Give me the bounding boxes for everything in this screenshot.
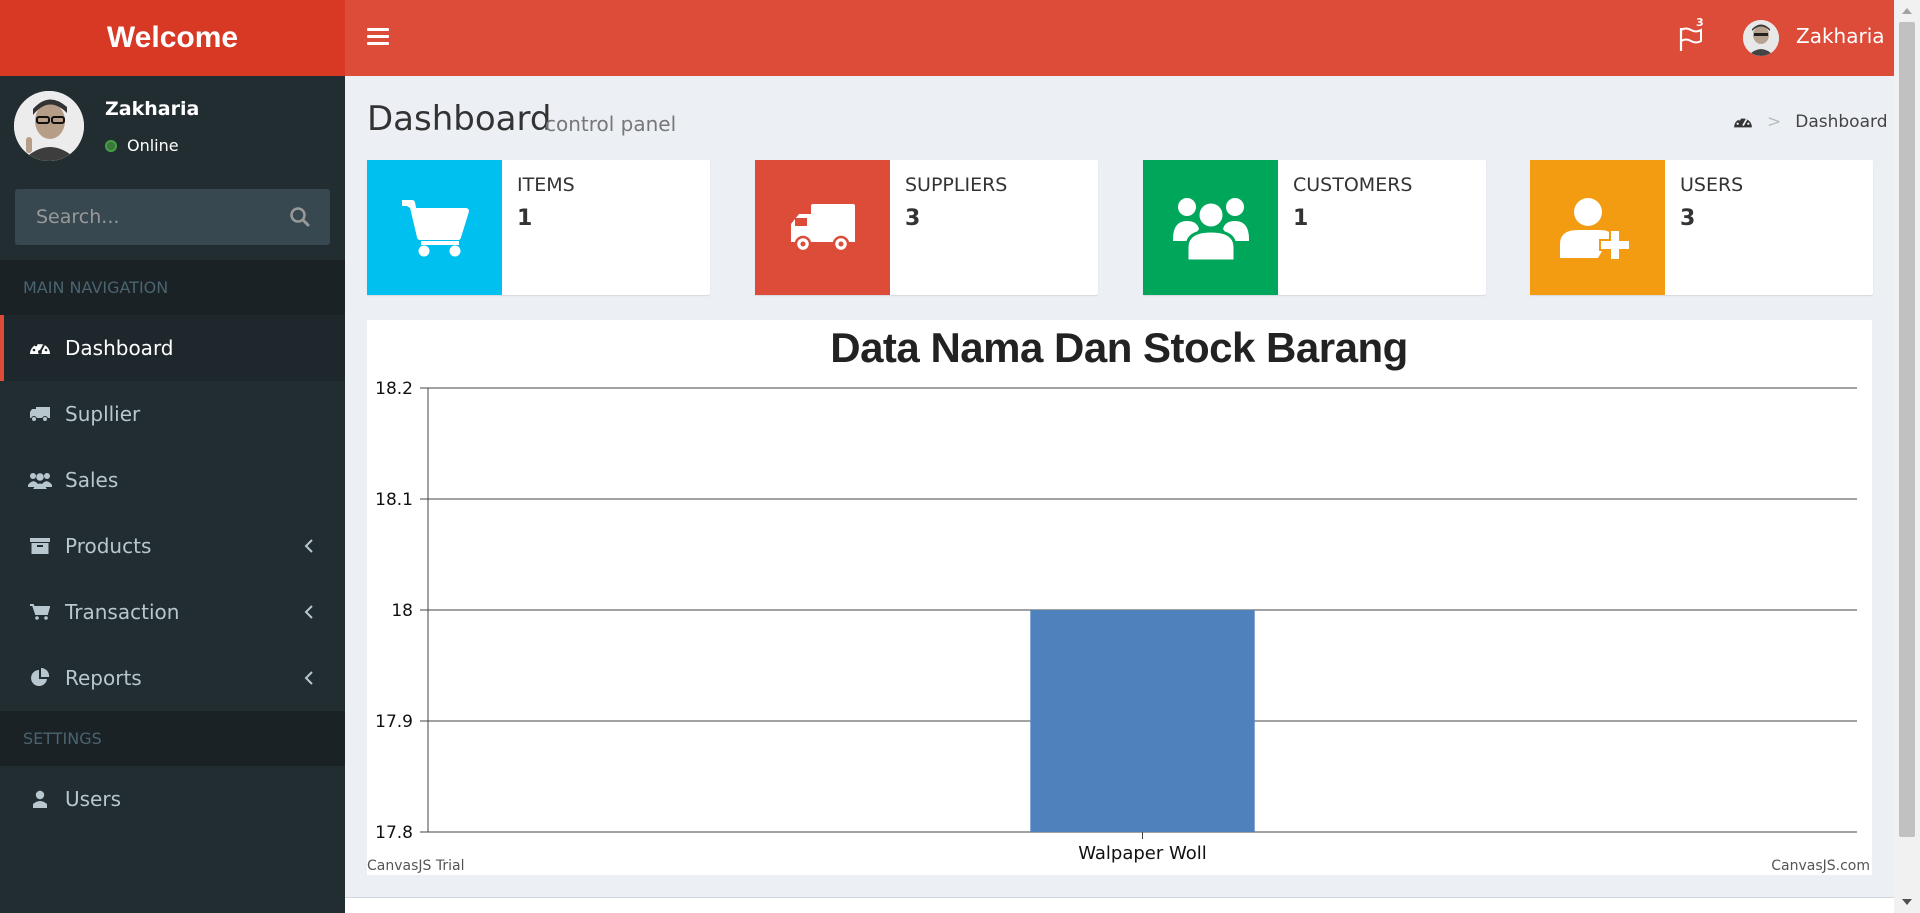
y-tick-label: 18.2 <box>375 379 413 399</box>
dashboard-icon <box>26 336 54 360</box>
hamburger-menu-icon[interactable] <box>367 28 389 48</box>
info-box-label: SUPPLIERS <box>905 174 1008 196</box>
sidebar-item-label: Dashboard <box>65 336 174 360</box>
sidebar-item-transaction[interactable]: Transaction <box>0 579 345 645</box>
chart-bar[interactable] <box>1030 610 1255 832</box>
truck-icon <box>790 203 855 252</box>
main-navigation-header: MAIN NAVIGATION <box>0 260 345 315</box>
sidebar-item-products[interactable]: Products <box>0 513 345 579</box>
sidebar-item-sales[interactable]: Sales <box>0 447 345 513</box>
chart-title: Data Nama Dan Stock Barang <box>830 324 1408 371</box>
online-status-icon <box>105 139 117 152</box>
footer <box>345 897 1894 913</box>
sidebar-item-label: Reports <box>65 666 142 690</box>
y-tick-label: 17.8 <box>375 823 413 843</box>
sidebar-user-name: Zakharia <box>105 98 200 120</box>
info-icon-container <box>1143 160 1278 295</box>
info-icon-container <box>1530 160 1665 295</box>
info-box-suppliers: SUPPLIERS 3 <box>755 160 1098 295</box>
scroll-down-icon[interactable] <box>1902 899 1912 905</box>
users-icon <box>1172 197 1249 262</box>
breadcrumb: > Dashboard <box>1733 112 1887 132</box>
info-box-value: 1 <box>1293 206 1309 231</box>
user-status-label: Online <box>127 136 179 155</box>
info-box-items: ITEMS 1 <box>367 160 710 295</box>
user-icon <box>26 787 54 811</box>
scroll-up-icon[interactable] <box>1902 8 1912 14</box>
avatar <box>14 91 84 161</box>
page-title: Dashboard <box>367 99 552 139</box>
archive-icon <box>26 534 54 558</box>
chevron-left-icon <box>304 539 313 553</box>
sidebar-item-dashboard[interactable]: Dashboard <box>0 315 345 381</box>
info-box-users: USERS 3 <box>1530 160 1873 295</box>
sidebar-item-supplier[interactable]: Supllier <box>0 381 345 447</box>
sidebar-item-label: Products <box>65 534 152 558</box>
sidebar-item-reports[interactable]: Reports <box>0 645 345 711</box>
chevron-left-icon <box>304 671 313 685</box>
info-icon-container <box>755 160 890 295</box>
info-box-label: USERS <box>1680 174 1744 196</box>
info-box-value: 1 <box>517 206 533 231</box>
chart-credit-right[interactable]: CanvasJS.com <box>1771 858 1870 874</box>
truck-icon <box>26 402 54 426</box>
scrollbar-thumb[interactable] <box>1899 22 1915 837</box>
user-panel: Zakharia Online <box>0 76 345 176</box>
chevron-left-icon <box>304 605 313 619</box>
y-tick-label: 18 <box>391 601 413 621</box>
search-button[interactable] <box>271 190 329 244</box>
x-tick-label: Walpaper Woll <box>1078 843 1207 864</box>
vertical-scrollbar[interactable] <box>1894 0 1920 913</box>
header-user-name[interactable]: Zakharia <box>1796 24 1885 48</box>
cart-icon <box>401 199 469 256</box>
sidebar-search <box>15 189 330 245</box>
y-tick-label: 18.1 <box>375 490 413 510</box>
breadcrumb-separator: > <box>1767 112 1782 132</box>
info-box-value: 3 <box>905 206 921 231</box>
search-input[interactable] <box>16 190 276 244</box>
sidebar-item-users[interactable]: Users <box>0 766 345 832</box>
chart-canvas: Data Nama Dan Stock Barang 17.8 17.9 18 18.… <box>367 324 1870 874</box>
pie-chart-icon <box>26 666 54 690</box>
top-navbar: 3 Zakharia <box>345 0 1894 76</box>
user-plus-icon <box>1559 197 1631 260</box>
logo[interactable]: Welcome <box>0 0 345 76</box>
avatar[interactable] <box>1743 20 1779 56</box>
info-box-customers: CUSTOMERS 1 <box>1143 160 1486 295</box>
info-box-label: CUSTOMERS <box>1293 174 1413 196</box>
chart-credit-left[interactable]: CanvasJS Trial <box>367 858 464 874</box>
sidebar-item-label: Sales <box>65 468 119 492</box>
page-subtitle: control panel <box>545 112 677 136</box>
info-icon-container <box>367 160 502 295</box>
sidebar: Zakharia Online MAIN NAVIGATION Dashboar <box>0 76 345 913</box>
avatar-image <box>1743 20 1779 56</box>
info-box-label: ITEMS <box>517 174 575 196</box>
notification-count-badge: 3 <box>1696 16 1704 29</box>
sidebar-item-label: Users <box>65 787 122 811</box>
cart-icon <box>26 600 54 624</box>
info-box-value: 3 <box>1680 206 1696 231</box>
breadcrumb-current: Dashboard <box>1795 112 1888 132</box>
avatar-image <box>14 91 84 161</box>
sidebar-item-label: Transaction <box>65 600 180 624</box>
sidebar-item-label: Supllier <box>65 402 141 426</box>
dashboard-icon[interactable] <box>1733 114 1753 130</box>
user-status: Online <box>105 136 179 155</box>
stock-chart: Data Nama Dan Stock Barang 17.8 17.9 18 18.… <box>367 320 1872 875</box>
users-icon <box>26 468 54 492</box>
search-icon <box>290 207 310 227</box>
y-tick-label: 17.9 <box>375 712 413 732</box>
settings-header: SETTINGS <box>0 711 345 766</box>
